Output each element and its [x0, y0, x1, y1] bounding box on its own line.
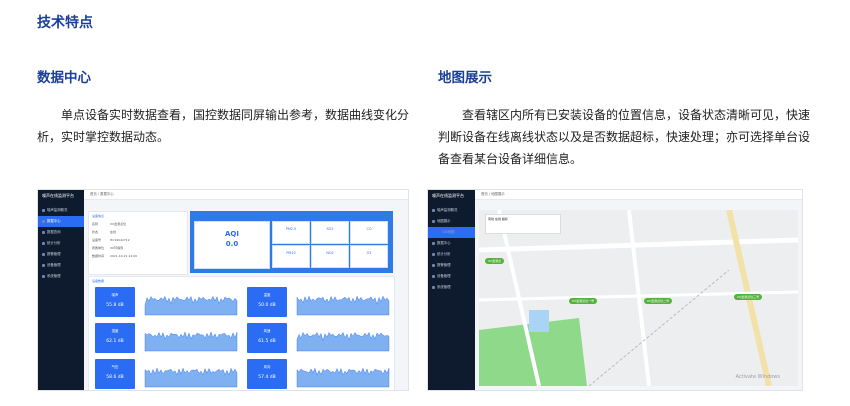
- sparkline-area: [144, 331, 238, 352]
- device-field-label: 所属单位: [92, 246, 105, 250]
- sidebar-item[interactable]: 数据查询: [38, 227, 84, 238]
- map-marker[interactable]: XX监测点: [485, 258, 505, 264]
- right-paragraph: 查看辖区内所有已安装设备的位置信息，设备状态清晰可见，快速判断设备在线离线状态以…: [438, 108, 811, 166]
- sidebar-item[interactable]: 报警管理: [428, 260, 475, 271]
- device-field-value: 在线: [110, 230, 117, 234]
- sidebar-item[interactable]: 噪声监测概况: [38, 205, 84, 216]
- device-field-label: 数据时间: [92, 254, 105, 258]
- trend-charts: [144, 295, 390, 388]
- sparkline-area: [144, 367, 238, 388]
- left-heading: 数据中心: [37, 70, 91, 86]
- map-legend: 离线 在线 超标: [485, 214, 561, 234]
- pollutant-box: PM10: [272, 245, 310, 268]
- sidebar-item[interactable]: 统计分析: [428, 249, 475, 260]
- device-field-value: XX监测点位: [110, 222, 127, 226]
- data-center-screenshot: 噪声在线监测平台 噪声监测概况 数据中心 数据查询 统计分析 报警管理 设备管理…: [37, 189, 409, 391]
- sidebar: 噪声在线监测平台 噪声监测概况 地图展示 GIS地图 数据中心 统计分析 报警管…: [428, 190, 475, 390]
- device-field-label: 设备号: [92, 238, 102, 242]
- sidebar-item[interactable]: 系统管理: [428, 282, 475, 293]
- device-field-row: 所属单位 XX环保局: [92, 244, 184, 252]
- sidebar-item-active[interactable]: GIS地图: [428, 227, 475, 238]
- top-bar: 首页 / 地图展示: [475, 190, 802, 200]
- map-marker[interactable]: XX监测点位三号: [734, 294, 763, 300]
- device-field-value: 2021-10-21 14:00: [110, 254, 138, 258]
- page-title: 技术特点: [37, 15, 93, 31]
- pollutant-box: CO: [350, 221, 388, 244]
- breadcrumb: 首页 / 地图展示: [481, 192, 505, 196]
- aqi-box: AQI 0.0: [194, 221, 270, 269]
- app-title: 噪声在线监测平台: [432, 193, 464, 198]
- top-bar: 首页 / 数据中心: [84, 190, 408, 200]
- watermark-text: Activate Windows: [735, 374, 780, 380]
- device-field-row: 数据时间 2021-10-21 14:00: [92, 252, 184, 260]
- sparkline-area: [296, 331, 390, 352]
- sidebar-item[interactable]: 噪声监测概况: [428, 205, 475, 216]
- device-info-title: 设备信息: [92, 214, 105, 218]
- pollutant-box: NO2: [311, 245, 349, 268]
- sidebar-item[interactable]: 数据中心: [428, 238, 475, 249]
- sparkline-area: [296, 367, 390, 388]
- aqi-panel: AQI 0.0 PM2.5 SO2 CO PM10 NO2 O3: [190, 211, 393, 273]
- sidebar-item[interactable]: 设备管理: [428, 271, 475, 282]
- device-field-label: 状态: [92, 230, 99, 234]
- device-info-card: 设备信息 名称 XX监测点位状态 在线设备号 HC19042712 所属单位 XX环保局数…: [88, 211, 188, 275]
- device-field-row: 状态 在线: [92, 228, 184, 236]
- map-marker[interactable]: XX监测点位一号: [569, 298, 598, 304]
- pollutant-box: PM2.5: [272, 221, 310, 244]
- trend-card: 设备数据 噪声 55.8 dB 温度 50.0 dB 湿度 62.1 dB 风速 61.5 d…: [88, 276, 395, 390]
- sparkline-area: [296, 295, 390, 316]
- left-paragraph: 单点设备实时数据查看，国控数据同屏输出参考，数据曲线变化分析，实时掌控数据动态。: [37, 108, 410, 144]
- sidebar-item[interactable]: 报警管理: [38, 249, 84, 260]
- pollutant-box: SO2: [311, 221, 349, 244]
- map-screenshot: 噪声在线监测平台 噪声监测概况 地图展示 GIS地图 数据中心 统计分析 报警管…: [427, 189, 803, 391]
- device-field-value: XX环保局: [110, 246, 124, 250]
- device-field-row: 名称 XX监测点位: [92, 220, 184, 228]
- device-field-label: 名称: [92, 222, 99, 226]
- device-field-row: 设备号 HC19042712: [92, 236, 184, 244]
- sidebar-item[interactable]: 地图展示: [428, 216, 475, 227]
- pollutant-box: O3: [350, 245, 388, 268]
- device-field-value: HC19042712: [110, 238, 130, 242]
- sidebar-item[interactable]: 设备管理: [38, 260, 84, 271]
- sparkline-area: [144, 295, 238, 316]
- map-canvas[interactable]: 离线 在线 超标 XX监测点 XX监测点位一号 XX监测点位二号 XX监测点位三…: [478, 209, 799, 387]
- map-marker[interactable]: XX监测点位二号: [644, 298, 673, 304]
- breadcrumb: 首页 / 数据中心: [90, 192, 114, 196]
- app-title: 噪声在线监测平台: [42, 193, 74, 198]
- sidebar-item[interactable]: 系统管理: [38, 271, 84, 282]
- sidebar-item[interactable]: 统计分析: [38, 238, 84, 249]
- sidebar-item-active[interactable]: 数据中心: [38, 216, 84, 227]
- right-heading: 地图展示: [438, 70, 492, 86]
- sidebar: 噪声在线监测平台 噪声监测概况 数据中心 数据查询 统计分析 报警管理 设备管理…: [38, 190, 84, 390]
